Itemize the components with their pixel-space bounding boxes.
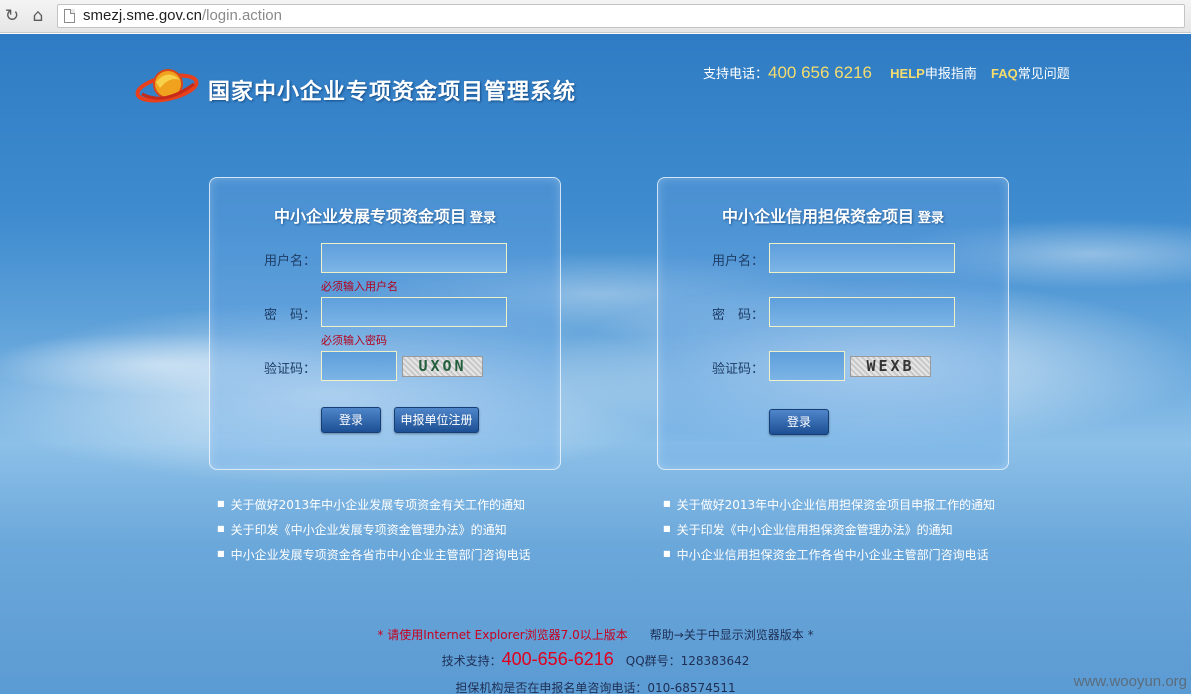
notice-link[interactable]: ■ 关于印发《中小企业发展专项资金管理办法》的通知 [217, 521, 531, 546]
panel-title-text: 中小企业发展专项资金项目 [273, 207, 466, 226]
tech-support-label: 技术支持： [441, 654, 502, 668]
password-input[interactable] [769, 297, 955, 327]
reload-icon[interactable]: ↻ [2, 6, 22, 26]
url-host: smezj.sme.gov.cn [83, 7, 202, 24]
browser-help-text: 帮助→关于中显示浏览器版本 * [649, 628, 814, 642]
panel-title-suffix: 登录 [470, 211, 497, 226]
username-input[interactable] [769, 243, 955, 273]
panel-title-suffix: 登录 [918, 211, 945, 226]
tech-support-phone: 400-656-6216 [501, 649, 614, 669]
notice-link[interactable]: ■ 中小企业发展专项资金各省市中小企业主管部门咨询电话 [217, 546, 531, 571]
captcha-input[interactable] [769, 351, 845, 381]
notice-text: 中小企业发展专项资金各省市中小企业主管部门咨询电话 [230, 548, 531, 562]
browser-notice: * 请使用Internet Explorer浏览器7.0以上版本 帮助→关于中显示… [0, 626, 1191, 643]
notice-text: 关于印发《中小企业发展专项资金管理办法》的通知 [230, 523, 507, 537]
tech-support-line: 技术支持：400-656-6216 QQ群号：128383642 [0, 649, 1191, 670]
username-error: 必须输入用户名 [321, 280, 398, 293]
credit-guarantee-notices: ■ 关于做好2013年中小企业信用担保资金项目申报工作的通知 ■ 关于印发《中小企业… [663, 496, 995, 571]
login-button[interactable]: 登录 [321, 407, 381, 433]
notice-text: 关于印发《中小企业信用担保资金管理办法》的通知 [676, 523, 953, 537]
faq-keyword: FAQ [990, 66, 1018, 81]
password-label: 密 码： [712, 308, 765, 323]
watermark: www.wooyun.org [1073, 673, 1187, 690]
support-bar: 支持电话：400 656 6216 HELP申报指南 FAQ常见问题 [703, 63, 1080, 83]
panel-title-text: 中小企业信用担保资金项目 [721, 207, 914, 226]
bullet-icon: ■ [663, 499, 671, 508]
url-text[interactable]: smezj.sme.gov.cn/login.action [83, 7, 282, 25]
help-keyword: HELP [890, 66, 925, 81]
bullet-icon: ■ [663, 524, 671, 533]
notice-link[interactable]: ■ 关于做好2013年中小企业发展专项资金有关工作的通知 [217, 496, 531, 521]
browser-requirement: * 请使用Internet Explorer浏览器7.0以上版本 [377, 628, 628, 642]
page-icon [64, 9, 75, 23]
help-link-text: 申报指南 [924, 67, 977, 82]
logo-icon [135, 69, 199, 103]
notice-text: 关于做好2013年中小企业信用担保资金项目申报工作的通知 [676, 498, 996, 512]
bullet-icon: ■ [663, 549, 671, 558]
support-phone: 400 656 6216 [768, 63, 873, 82]
browser-toolbar: ↻ ⌂ smezj.sme.gov.cn/login.action [0, 0, 1191, 33]
captcha-label: 验证码： [712, 362, 765, 377]
password-input[interactable] [321, 297, 507, 327]
faq-link[interactable]: FAQ常见问题 [990, 66, 1070, 82]
panel-title: 中小企业发展专项资金项目 登录 [210, 203, 560, 227]
qq-label: QQ群号： [625, 654, 681, 668]
home-icon[interactable]: ⌂ [28, 6, 48, 26]
login-page: 国家中小企业专项资金项目管理系统 支持电话：400 656 6216 HELP申… [0, 34, 1191, 694]
username-label: 用户名： [712, 254, 765, 269]
development-fund-login-panel: 中小企业发展专项资金项目 登录 用户名： 必须输入用户名 密 码： 必须输入密码 … [209, 177, 561, 470]
system-title: 国家中小企业专项资金项目管理系统 [208, 80, 577, 105]
url-path: /login.action [201, 7, 282, 24]
captcha-image[interactable]: WEXB [850, 356, 931, 377]
credit-guarantee-login-panel: 中小企业信用担保资金项目 登录 用户名： 密 码： 验证码： WEXB 登录 [657, 177, 1009, 470]
password-error: 必须输入密码 [321, 334, 387, 347]
faq-link-text: 常见问题 [1017, 67, 1070, 82]
bullet-icon: ■ [217, 499, 225, 508]
address-bar[interactable]: smezj.sme.gov.cn/login.action [57, 4, 1185, 28]
notice-text: 中小企业信用担保资金工作各省中小企业主管部门咨询电话 [676, 548, 989, 562]
login-button[interactable]: 登录 [769, 409, 829, 435]
register-button[interactable]: 申报单位注册 [394, 407, 479, 433]
notice-link[interactable]: ■ 关于做好2013年中小企业信用担保资金项目申报工作的通知 [663, 496, 995, 521]
help-link[interactable]: HELP申报指南 [890, 66, 977, 82]
development-fund-notices: ■ 关于做好2013年中小企业发展专项资金有关工作的通知 ■ 关于印发《中小企业发展… [217, 496, 531, 571]
username-input[interactable] [321, 243, 507, 273]
qq-number: 128383642 [680, 654, 750, 668]
bullet-icon: ■ [217, 549, 225, 558]
captcha-image[interactable]: UXON [402, 356, 483, 377]
password-label: 密 码： [264, 308, 317, 323]
notice-link[interactable]: ■ 关于印发《中小企业信用担保资金管理办法》的通知 [663, 521, 995, 546]
guarantee-phone-line: 担保机构是否在申报名单咨询电话：010-68574511 [455, 681, 736, 694]
captcha-label: 验证码： [264, 362, 317, 377]
notice-link[interactable]: ■ 中小企业信用担保资金工作各省中小企业主管部门咨询电话 [663, 546, 995, 571]
bullet-icon: ■ [217, 524, 225, 533]
panel-title: 中小企业信用担保资金项目 登录 [658, 203, 1008, 227]
notice-text: 关于做好2013年中小企业发展专项资金有关工作的通知 [230, 498, 526, 512]
username-label: 用户名： [264, 254, 317, 269]
captcha-input[interactable] [321, 351, 397, 381]
support-label: 支持电话： [703, 67, 769, 82]
